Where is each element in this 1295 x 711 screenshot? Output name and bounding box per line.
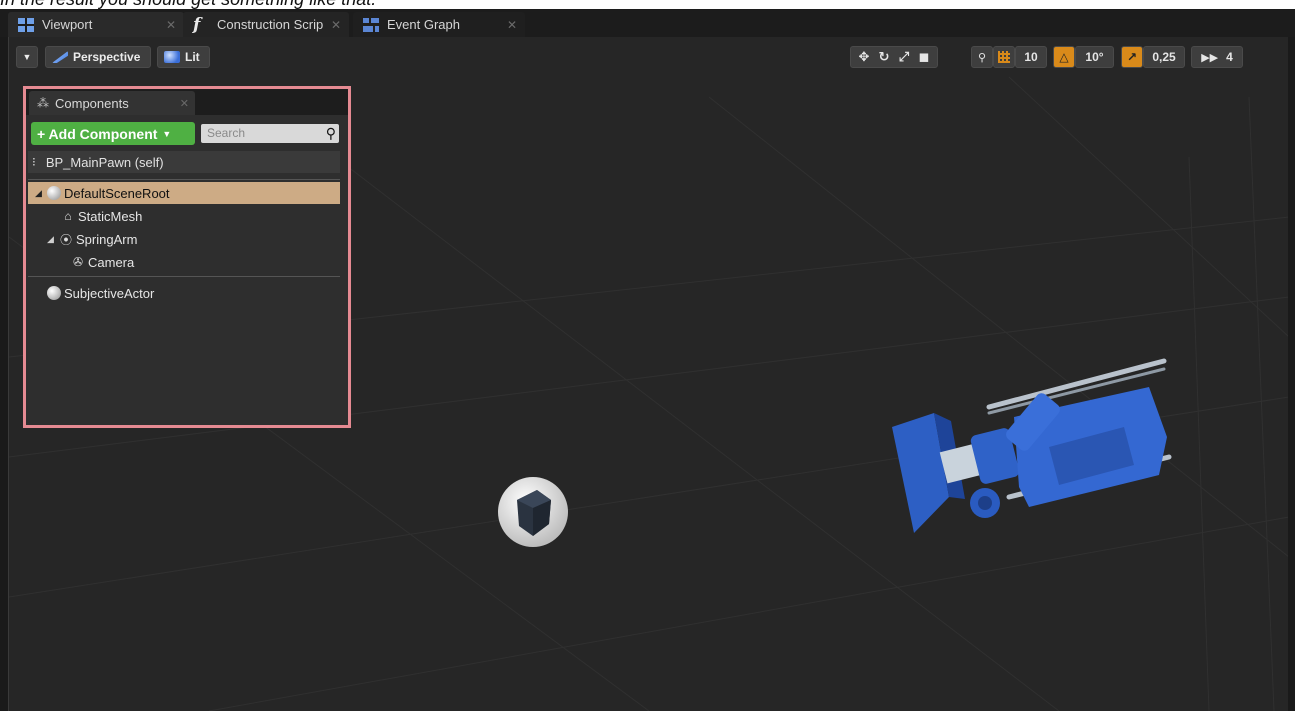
- lit-icon: [164, 51, 180, 63]
- tree-item-defaultsceneroot[interactable]: ◢ DefaultSceneRoot: [28, 182, 340, 204]
- perspective-label: Perspective: [73, 50, 141, 64]
- camera-speed-icon: ▶▶: [1201, 51, 1219, 64]
- chevron-down-icon: ▼: [162, 128, 172, 139]
- default-scene-root-gizmo[interactable]: [497, 476, 569, 548]
- tab-construction-script[interactable]: f Construction Scrip ✕: [183, 12, 349, 37]
- tab-viewport[interactable]: Viewport ✕: [8, 12, 184, 37]
- caption: In the result you should get something l…: [0, 0, 1295, 9]
- tab-construction-label: Construction Scrip: [217, 17, 324, 32]
- surface-snap-icon: ⚲: [977, 51, 987, 64]
- components-icon: ⁂: [37, 96, 49, 110]
- close-icon[interactable]: ✕: [166, 18, 176, 32]
- static-mesh-icon: ⌂: [64, 209, 72, 223]
- tree-item-label: StaticMesh: [78, 208, 143, 224]
- scale-icon[interactable]: ⤢: [894, 49, 914, 65]
- search-input[interactable]: Search ⚲: [201, 124, 339, 143]
- tree-item-label: SpringArm: [76, 231, 138, 247]
- tree-item-camera[interactable]: ✇ Camera: [28, 251, 340, 273]
- chevron-down-icon: ▼: [22, 52, 32, 62]
- viewport-options-button[interactable]: ▼: [16, 46, 38, 68]
- camera-speed-button[interactable]: ▶▶ 4: [1191, 46, 1243, 68]
- components-tab-row: ⁂ Components ✕: [26, 89, 348, 115]
- function-icon: f: [193, 14, 201, 35]
- tab-viewport-label: Viewport: [42, 17, 93, 32]
- tree-item-label: SubjectiveActor: [64, 285, 155, 301]
- viewport-grid-icon: [18, 17, 34, 32]
- editor-tab-bar: Viewport ✕ f Construction Scrip ✕ Event …: [0, 9, 1295, 37]
- tree-item-staticmesh[interactable]: ⌂ StaticMesh: [28, 205, 340, 227]
- camera-speed-value: 4: [1226, 50, 1233, 64]
- camera-icon: ✇: [72, 255, 84, 269]
- scale-snap-toggle[interactable]: ↗: [1121, 46, 1143, 68]
- tree-item-subjectiveactor[interactable]: SubjectiveActor: [28, 282, 340, 304]
- tree-item-springarm[interactable]: ◢ ⦿ SpringArm: [28, 228, 340, 250]
- self-row[interactable]: ⁝ BP_MainPawn (self): [28, 151, 340, 173]
- components-panel: ⁂ Components ✕ + Add Component ▼ Search …: [23, 86, 351, 428]
- perspective-icon: [52, 51, 68, 63]
- lit-button[interactable]: Lit: [157, 46, 210, 68]
- rotation-snap-value[interactable]: 10°: [1075, 46, 1114, 68]
- perspective-button[interactable]: Perspective: [45, 46, 151, 68]
- close-icon[interactable]: ✕: [180, 97, 189, 110]
- grid-icon: [998, 51, 1010, 63]
- tree-item-label: DefaultSceneRoot: [64, 185, 170, 201]
- surface-snap-button[interactable]: ⚲: [971, 46, 993, 68]
- add-component-label: + Add Component: [37, 125, 158, 142]
- event-graph-icon: [363, 17, 379, 32]
- grid-snap-value[interactable]: 10: [1015, 46, 1047, 68]
- spring-arm-icon: ⦿: [59, 232, 72, 247]
- pawn-icon: ⁝: [32, 155, 36, 169]
- self-label: BP_MainPawn (self): [45, 154, 164, 170]
- actor-icon: [47, 286, 61, 300]
- translate-icon[interactable]: ✥: [854, 49, 874, 65]
- tab-event-graph-label: Event Graph: [387, 17, 460, 32]
- scale-snap-icon: ↗: [1126, 50, 1138, 64]
- transform-tools: ✥ ↻ ⤢ ◼: [850, 46, 938, 68]
- search-placeholder: Search: [207, 126, 246, 140]
- tab-components[interactable]: ⁂ Components ✕: [29, 91, 195, 115]
- scene-root-icon: [47, 186, 61, 200]
- divider: [28, 276, 340, 277]
- rotation-snap-icon: △: [1059, 50, 1069, 64]
- components-tab-label: Components: [55, 95, 129, 111]
- camera-mesh[interactable]: [879, 347, 1199, 547]
- tab-event-graph[interactable]: Event Graph ✕: [353, 12, 525, 37]
- expand-arrow-icon[interactable]: ◢: [35, 188, 47, 199]
- divider: [28, 179, 340, 180]
- scale-snap-value[interactable]: 0,25: [1143, 46, 1185, 68]
- search-icon: ⚲: [325, 125, 336, 141]
- blueprint-editor: Viewport ✕ f Construction Scrip ✕ Event …: [0, 9, 1295, 711]
- expand-arrow-icon[interactable]: ◢: [47, 234, 59, 245]
- add-component-button[interactable]: + Add Component ▼: [31, 122, 195, 145]
- close-icon[interactable]: ✕: [507, 18, 517, 32]
- grid-snap-toggle[interactable]: [993, 46, 1015, 68]
- world-local-icon[interactable]: ◼: [914, 49, 934, 65]
- viewport[interactable]: ▼ Perspective Lit ✥ ↻ ⤢ ◼ ⚲ 10 △ 10° ↗ 0…: [8, 37, 1288, 711]
- tree-item-label: Camera: [88, 254, 135, 270]
- close-icon[interactable]: ✕: [331, 18, 341, 32]
- rotate-icon[interactable]: ↻: [874, 49, 894, 65]
- rotation-snap-toggle[interactable]: △: [1053, 46, 1075, 68]
- lit-label: Lit: [185, 50, 200, 64]
